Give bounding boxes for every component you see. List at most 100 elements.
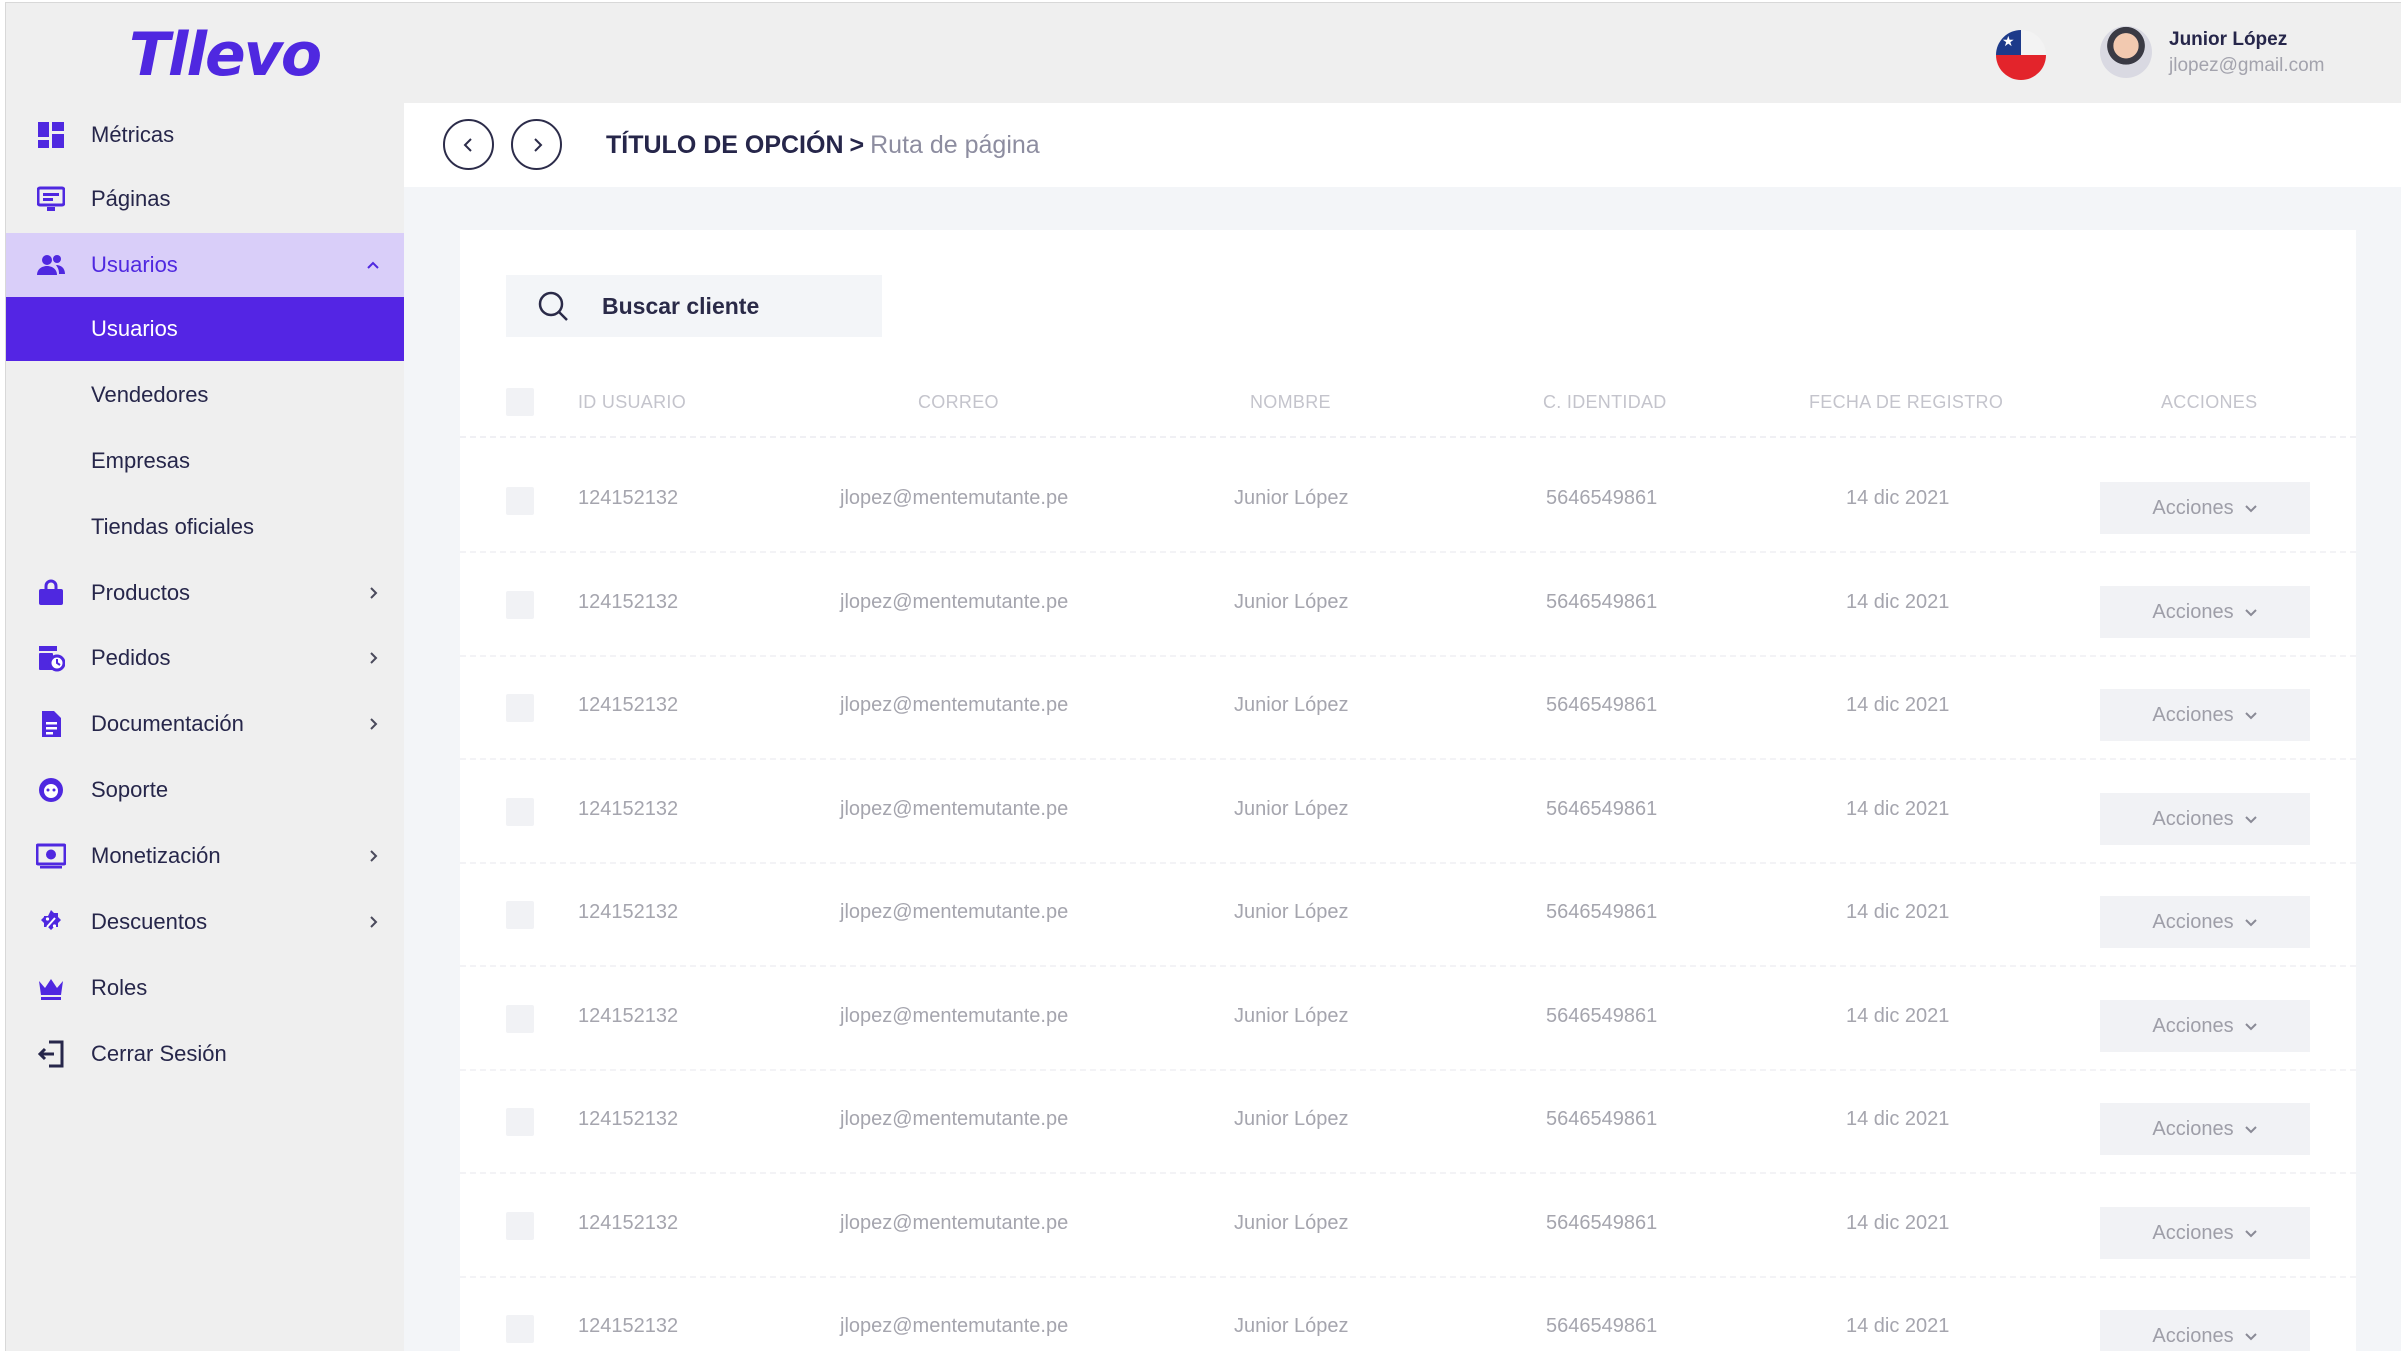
- column-header-fecha[interactable]: FECHA DE REGISTRO: [1809, 392, 2003, 413]
- cell-name: Junior López: [1234, 591, 1349, 613]
- cell-identidad: 5646549861: [1546, 694, 1658, 716]
- row-checkbox[interactable]: [506, 1108, 534, 1136]
- cell-id: 124152132: [578, 487, 679, 509]
- row-checkbox[interactable]: [506, 1212, 534, 1240]
- row-checkbox[interactable]: [506, 1005, 534, 1033]
- sidebar-item-roles[interactable]: Roles: [6, 956, 404, 1020]
- cell-email: jlopez@mentemutante.pe: [840, 1315, 1069, 1337]
- sidebar-item-metricas[interactable]: Métricas: [6, 103, 404, 167]
- cell-identidad: 5646549861: [1546, 487, 1658, 509]
- sidebar-item-documentacion[interactable]: Documentación: [6, 692, 404, 756]
- bag-icon: [36, 578, 66, 608]
- sidebar-item-soporte[interactable]: Soporte: [6, 758, 404, 822]
- row-checkbox[interactable]: [506, 591, 534, 619]
- breadcrumb-current: Ruta de página: [870, 131, 1040, 159]
- cell-name: Junior López: [1234, 487, 1349, 509]
- chevron-up-icon: [363, 255, 383, 275]
- table-row: 124152132 jlopez@mentemutante.pe Junior Ló…: [460, 449, 2356, 553]
- chevron-right-icon: [533, 137, 542, 152]
- users-table-card: Buscar cliente ID USUARIO CORREO NOMBRE …: [460, 230, 2356, 1351]
- actions-dropdown-button[interactable]: Acciones: [2100, 689, 2310, 741]
- actions-label: Acciones: [2152, 1117, 2234, 1140]
- user-name: Junior López: [2169, 29, 2288, 50]
- monitor-icon: [36, 184, 66, 214]
- cell-identidad: 5646549861: [1546, 1212, 1658, 1234]
- cell-fecha: 14 dic 2021: [1846, 798, 1950, 820]
- select-all-checkbox[interactable]: [506, 388, 534, 416]
- cell-id: 124152132: [578, 1108, 679, 1130]
- actions-dropdown-button[interactable]: Acciones: [2100, 1207, 2310, 1259]
- column-header-id[interactable]: ID USUARIO: [578, 392, 686, 413]
- search-icon: [538, 291, 568, 321]
- sidebar-item-monetizacion[interactable]: Monetización: [6, 824, 404, 888]
- topbar: TÍTULO DE OPCIÓN > Ruta de página: [404, 103, 2401, 187]
- row-checkbox[interactable]: [506, 798, 534, 826]
- cell-email: jlopez@mentemutante.pe: [840, 591, 1069, 613]
- actions-dropdown-button[interactable]: Acciones: [2100, 896, 2310, 948]
- cell-email: jlopez@mentemutante.pe: [840, 694, 1069, 716]
- cell-fecha: 14 dic 2021: [1846, 901, 1950, 923]
- cell-id: 124152132: [578, 694, 679, 716]
- table-row: 124152132 jlopez@mentemutante.pe Junior Ló…: [460, 863, 2356, 967]
- actions-dropdown-button[interactable]: Acciones: [2100, 1000, 2310, 1052]
- sidebar-item-descuentos[interactable]: Descuentos: [6, 890, 404, 954]
- sidebar-subitem-empresas[interactable]: Empresas: [6, 429, 404, 493]
- orders-icon: [36, 643, 66, 673]
- sidebar-item-label: Descuentos: [91, 909, 208, 934]
- money-icon: [36, 841, 66, 871]
- forward-button[interactable]: [511, 119, 562, 170]
- column-header-correo[interactable]: CORREO: [918, 392, 999, 413]
- breadcrumb-section[interactable]: TÍTULO DE OPCIÓN: [606, 131, 844, 159]
- table-row: 124152132 jlopez@mentemutante.pe Junior Ló…: [460, 656, 2356, 760]
- sidebar-item-pedidos[interactable]: Pedidos: [6, 626, 404, 690]
- sidebar-item-usuarios[interactable]: Usuarios: [6, 233, 404, 297]
- chevron-down-icon: [2244, 712, 2257, 720]
- column-header-nombre[interactable]: NOMBRE: [1250, 392, 1331, 413]
- sidebar-item-paginas[interactable]: Páginas: [6, 167, 404, 231]
- row-checkbox[interactable]: [506, 487, 534, 515]
- cell-identidad: 5646549861: [1546, 1005, 1658, 1027]
- cell-identidad: 5646549861: [1546, 591, 1658, 613]
- actions-dropdown-button[interactable]: Acciones: [2100, 793, 2310, 845]
- cell-identidad: 5646549861: [1546, 798, 1658, 820]
- search-input[interactable]: Buscar cliente: [506, 275, 882, 337]
- actions-dropdown-button[interactable]: Acciones: [2100, 1310, 2310, 1351]
- sidebar-item-label: Roles: [91, 975, 148, 1000]
- column-header-acciones: ACCIONES: [2161, 392, 2258, 412]
- logout-icon: [36, 1039, 66, 1069]
- table-row: 124152132 jlopez@mentemutante.pe Junior Ló…: [460, 1070, 2356, 1174]
- row-checkbox[interactable]: [506, 901, 534, 929]
- sidebar-subitem-vendedores[interactable]: Vendedores: [6, 363, 404, 427]
- row-checkbox[interactable]: [506, 1315, 534, 1343]
- breadcrumb: TÍTULO DE OPCIÓN > Ruta de página: [606, 127, 1040, 163]
- chile-flag-icon[interactable]: ★: [1996, 30, 2046, 80]
- chevron-right-icon: [363, 714, 383, 734]
- cell-fecha: 14 dic 2021: [1846, 1005, 1950, 1027]
- back-button[interactable]: [443, 119, 494, 170]
- avatar[interactable]: [2100, 26, 2152, 78]
- sidebar-item-label: Vendedores: [91, 382, 209, 407]
- row-checkbox[interactable]: [506, 694, 534, 722]
- chevron-right-icon: [363, 912, 383, 932]
- sidebar-subitem-tiendas-oficiales[interactable]: Tiendas oficiales: [6, 495, 404, 559]
- sidebar-item-label: Pedidos: [91, 645, 171, 670]
- chevron-down-icon: [2244, 1333, 2257, 1341]
- actions-dropdown-button[interactable]: Acciones: [2100, 482, 2310, 534]
- cell-email: jlopez@mentemutante.pe: [840, 798, 1069, 820]
- sidebar-item-label: Usuarios: [91, 316, 178, 341]
- chevron-down-icon: [2244, 505, 2257, 513]
- sidebar: Métricas Páginas Usuarios Usuarios Vende…: [6, 103, 404, 1351]
- cell-email: jlopez@mentemutante.pe: [840, 901, 1069, 923]
- sidebar-item-label: Productos: [91, 580, 191, 605]
- cell-email: jlopez@mentemutante.pe: [840, 1005, 1069, 1027]
- actions-dropdown-button[interactable]: Acciones: [2100, 1103, 2310, 1155]
- sidebar-item-cerrar-sesion[interactable]: Cerrar Sesión: [6, 1022, 404, 1086]
- actions-dropdown-button[interactable]: Acciones: [2100, 586, 2310, 638]
- brand-logo[interactable]: Tllevo: [129, 19, 322, 91]
- chevron-right-icon: [363, 583, 383, 603]
- column-header-identidad[interactable]: C. IDENTIDAD: [1543, 392, 1667, 413]
- chevron-down-icon: [2244, 1230, 2257, 1238]
- sidebar-subitem-usuarios[interactable]: Usuarios: [6, 297, 404, 361]
- chevron-down-icon: [2244, 816, 2257, 824]
- sidebar-item-productos[interactable]: Productos: [6, 561, 404, 625]
